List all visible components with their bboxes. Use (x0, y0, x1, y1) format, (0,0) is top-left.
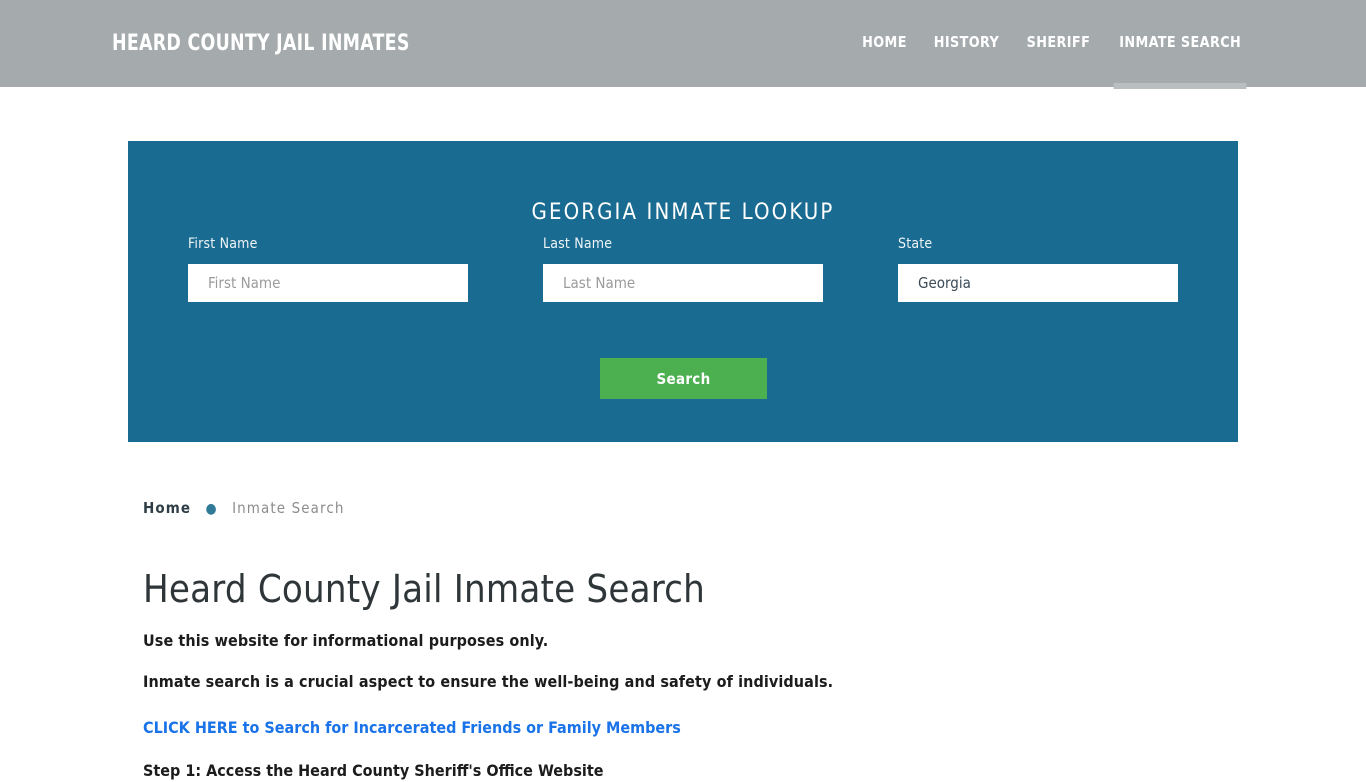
state-select[interactable]: Georgia (898, 264, 1178, 302)
breadcrumb-home-link[interactable]: Home (143, 499, 191, 517)
last-name-label: Last Name (543, 236, 613, 252)
site-header: HEARD COUNTY JAIL INMATES HOME HISTORY S… (0, 0, 1366, 89)
breadcrumb: Home ● Inmate Search (143, 498, 1233, 519)
last-name-input[interactable] (543, 264, 823, 302)
nav-item-history[interactable]: HISTORY (922, 31, 1010, 53)
page-title: Heard County Jail Inmate Search (143, 567, 706, 611)
lookup-panel-title: GEORGIA INMATE LOOKUP (531, 200, 835, 226)
search-incarcerated-link[interactable]: CLICK HERE to Search for Incarcerated Fr… (143, 717, 1233, 739)
intro-paragraph-2: Inmate search is a crucial aspect to ens… (143, 672, 834, 691)
nav-item-sheriff[interactable]: SHERIFF (1015, 31, 1101, 53)
main-content: Home ● Inmate Search Heard County Jail I… (143, 498, 1233, 782)
first-name-input[interactable] (188, 264, 468, 302)
nav-item-home[interactable]: HOME (851, 31, 918, 53)
search-button[interactable]: Search (600, 358, 767, 399)
intro-paragraph-1: Use this website for informational purpo… (143, 631, 549, 650)
state-label: State (898, 236, 933, 252)
breadcrumb-current-page: Inmate Search (232, 499, 345, 517)
first-name-label: First Name (188, 236, 258, 252)
main-navigation: HOME HISTORY SHERIFF INMATE SEARCH (849, 31, 1256, 89)
inmate-lookup-panel: GEORGIA INMATE LOOKUP First Name Last Na… (128, 141, 1238, 442)
step-1-heading: Step 1: Access the Heard County Sheriff'… (143, 761, 604, 780)
breadcrumb-separator-icon: ● (205, 501, 218, 517)
first-name-field-group: First Name (188, 236, 468, 302)
site-brand-title[interactable]: HEARD COUNTY JAIL INMATES (112, 31, 410, 56)
state-field-group: State Georgia (898, 236, 1178, 302)
nav-item-inmate-search[interactable]: INMATE SEARCH (1107, 31, 1252, 89)
last-name-field-group: Last Name (543, 236, 823, 302)
